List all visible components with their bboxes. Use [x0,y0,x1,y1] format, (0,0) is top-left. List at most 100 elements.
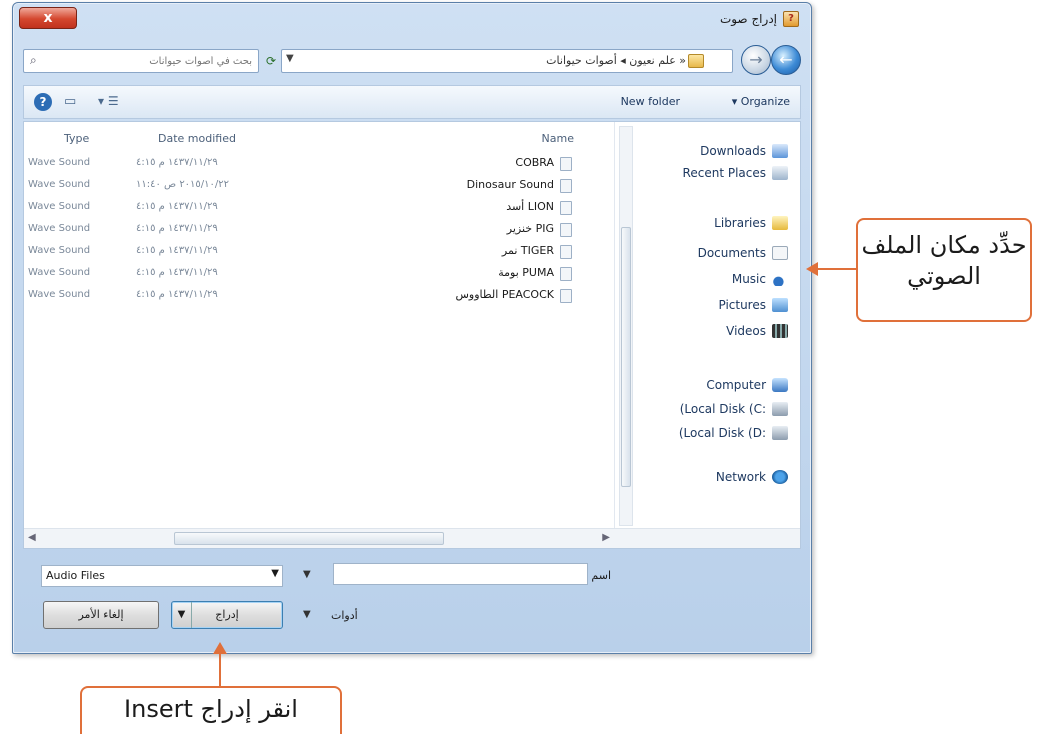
scrollbar-thumb[interactable] [621,227,631,487]
file-browser: Name Date modified Type Wave Sound ١٤٣٧/… [23,121,801,549]
column-header-name[interactable]: Name [542,132,574,145]
nav-item-computer[interactable]: Computer [706,378,788,392]
nav-label: (Local Disk (C: [679,402,766,416]
filename-input[interactable] [333,563,588,585]
callout-arrow [219,654,221,686]
callout-locate-file: حدِّد مكان الملف الصوتي [856,218,1032,322]
close-button[interactable]: x [19,7,77,29]
hard-disk-icon [772,402,788,416]
nav-item-pictures[interactable]: Pictures [718,298,788,312]
recent-places-icon [772,166,788,180]
nav-item-local-disk-c[interactable]: (Local Disk (C: [680,402,788,416]
file-type: Wave Sound [28,245,91,256]
column-header-date[interactable]: Date modified [158,132,236,145]
organize-menu[interactable]: ▾ Organize [732,95,790,108]
folder-icon [688,54,704,68]
cancel-button[interactable]: إلغاء الأمر [43,601,159,629]
nav-item-libraries[interactable]: Libraries [714,216,788,230]
nav-scrollbar[interactable] [619,126,633,526]
nav-item-downloads[interactable]: Downloads [700,144,788,158]
chevron-down-icon[interactable]: ▼ [286,53,294,64]
filetype-value: Audio Files [46,569,105,582]
help-icon[interactable]: ? [34,93,52,111]
nav-item-network[interactable]: Network [716,470,788,484]
file-date: ١٤٣٧/١١/٢٩ م ٤:١٥ [136,223,218,234]
audio-file-icon [560,201,572,215]
navigation-buttons: ← → [739,45,801,75]
file-list: Name Date modified Type Wave Sound ١٤٣٧/… [24,122,614,530]
file-row[interactable]: Wave Sound ١٤٣٧/١١/٢٩ م ٤:١٥ بومة PUMA [24,264,594,284]
file-date: ١٤٣٧/١١/٢٩ م ٤:١٥ [136,157,218,168]
nav-label: Libraries [714,216,766,230]
nav-item-documents[interactable]: Documents [698,246,788,260]
scroll-left-icon[interactable]: ◀ [28,532,36,543]
insert-button[interactable]: إدراج ▼ [171,601,283,629]
nav-label: (Local Disk (D: [678,426,766,440]
tools-label[interactable]: أدوات [331,609,358,622]
file-date: ١٤٣٧/١١/٢٩ م ٤:١٥ [136,267,218,278]
audio-file-icon [560,267,572,281]
audio-file-icon [560,289,572,303]
music-note-icon [772,272,788,286]
computer-icon [772,378,788,392]
nav-label: Documents [697,246,766,260]
file-name: Dinosaur Sound [466,178,554,191]
file-type: Wave Sound [28,179,91,190]
back-arrow-icon[interactable]: ← [771,45,801,75]
nav-label: Downloads [700,144,766,158]
file-name: أسد LION [506,200,554,213]
file-row[interactable]: Wave Sound ١٤٣٧/١١/٢٩ م ٤:١٥ COBRA [24,154,594,174]
film-strip-icon [772,324,788,338]
callout-arrow-head [806,262,818,276]
insert-audio-dialog: x إدراج صوت ? ← → « علم نعيون ◂ أصوات حي… [12,2,812,654]
chevron-down-icon[interactable]: ▼ [303,569,311,580]
nav-label: Videos [726,324,766,338]
change-view-icon[interactable]: ▾ ☰ [98,94,119,108]
horizontal-scrollbar[interactable]: ◀ ▶ [24,528,800,548]
navigation-pane: Downloads Recent Places Libraries Docume… [614,122,800,530]
new-folder-button[interactable]: New folder [621,95,680,108]
file-type: Wave Sound [28,289,91,300]
file-date: ١٤٣٧/١١/٢٩ م ٤:١٥ [136,289,218,300]
nav-item-recent-places[interactable]: Recent Places [683,166,788,180]
address-bar[interactable]: « علم نعيون ◂ أصوات حيوانات ▼ [281,49,733,73]
file-row[interactable]: Wave Sound ١٤٣٧/١١/٢٩ م ٤:١٥ أسد LION [24,198,594,218]
file-date: ٢٠١٥/١٠/٢٢ ص ١١:٤٠ [136,179,230,190]
scrollbar-thumb[interactable] [174,532,444,545]
nav-label: Music [731,272,766,286]
hard-disk-icon [772,426,788,440]
nav-item-local-disk-d[interactable]: (Local Disk (D: [679,426,788,440]
file-row[interactable]: Wave Sound ٢٠١٥/١٠/٢٢ ص ١١:٤٠ Dinosaur S… [24,176,594,196]
nav-label: Pictures [718,298,766,312]
search-box[interactable]: ⌕ [23,49,259,73]
audio-file-icon [560,157,572,171]
insert-options-icon[interactable]: ▼ [172,602,192,628]
audio-file-icon [560,223,572,237]
audio-file-icon [560,179,572,193]
refresh-icon[interactable]: ⟳ [261,51,281,71]
file-type: Wave Sound [28,201,91,212]
search-input[interactable] [52,50,252,72]
file-row[interactable]: Wave Sound ١٤٣٧/١١/٢٩ م ٤:١٥ خنزير PIG [24,220,594,240]
preview-pane-icon[interactable]: ▭ [64,94,76,109]
file-name: الطاووس PEACOCK [455,288,555,301]
file-row[interactable]: Wave Sound ١٤٣٧/١١/٢٩ م ٤:١٥ نمر TIGER [24,242,594,262]
tools-dropdown-icon[interactable]: ▼ [303,609,311,620]
audio-file-icon [560,245,572,259]
file-date: ١٤٣٧/١١/٢٩ م ٤:١٥ [136,201,218,212]
network-globe-icon [772,470,788,484]
dialog-app-icon: ? [783,11,799,27]
scroll-right-icon[interactable]: ▶ [602,532,610,543]
forward-arrow-icon[interactable]: → [741,45,771,75]
nav-item-videos[interactable]: Videos [726,324,788,338]
search-icon: ⌕ [30,53,37,67]
file-row[interactable]: Wave Sound ١٤٣٧/١١/٢٩ م ٤:١٥ الطاووس PEA… [24,286,594,306]
column-header-type[interactable]: Type [64,132,89,145]
file-type: Wave Sound [28,223,91,234]
file-name: بومة PUMA [498,266,554,279]
chevron-down-icon: ▼ [271,568,279,579]
nav-item-music[interactable]: Music [732,272,788,286]
callout-arrow [816,268,856,270]
address-path: « علم نعيون ◂ أصوات حيوانات [546,54,686,67]
filetype-select[interactable]: Audio Files ▼ [41,565,283,587]
